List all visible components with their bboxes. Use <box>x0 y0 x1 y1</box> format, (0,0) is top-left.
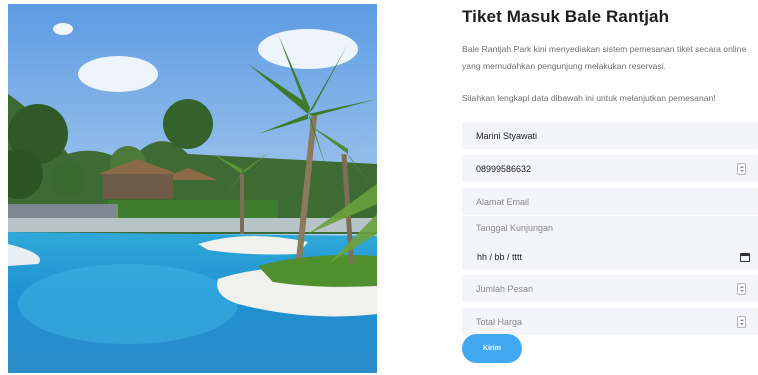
phone-value: 08999586632 <box>476 163 532 174</box>
visit-date-group: Tanggal Kunjungan hh / bb / tttt <box>462 216 758 270</box>
spinner-icon[interactable] <box>737 282 746 295</box>
quantity-placeholder: Jumlah Pesan <box>476 283 534 294</box>
spinner-icon[interactable] <box>737 315 746 328</box>
name-value: Marini Styawati <box>476 130 538 141</box>
quantity-field[interactable]: Jumlah Pesan <box>462 275 758 302</box>
email-placeholder: Alamat Email <box>476 196 530 207</box>
form-title: Tiket Masuk Bale Rantjah <box>462 7 670 26</box>
form-description: Bale Rantjah Park kini menyediakan siste… <box>462 44 747 71</box>
form-instruction: Silahkan lengkapi data dibawah ini untuk… <box>462 93 716 103</box>
visit-date-label: Tanggal Kunjungan <box>476 223 554 233</box>
page: Tiket Masuk Bale Rantjah Bale Rantjah Pa… <box>0 0 758 375</box>
visit-date-value: hh / bb / tttt <box>477 251 523 262</box>
resort-photo <box>8 4 377 373</box>
email-field[interactable]: Alamat Email <box>462 188 758 215</box>
calendar-icon[interactable] <box>740 252 750 262</box>
spinner-icon[interactable] <box>737 162 746 175</box>
phone-field[interactable]: 08999586632 <box>462 155 758 182</box>
booking-form: Tiket Masuk Bale Rantjah Bale Rantjah Pa… <box>462 0 758 375</box>
visit-date-input[interactable]: hh / bb / tttt <box>462 243 758 270</box>
total-price-field[interactable]: Total Harga <box>462 308 758 335</box>
total-price-placeholder: Total Harga <box>476 316 523 327</box>
submit-button[interactable]: Kirim <box>462 334 522 363</box>
name-field[interactable]: Marini Styawati <box>462 122 758 149</box>
